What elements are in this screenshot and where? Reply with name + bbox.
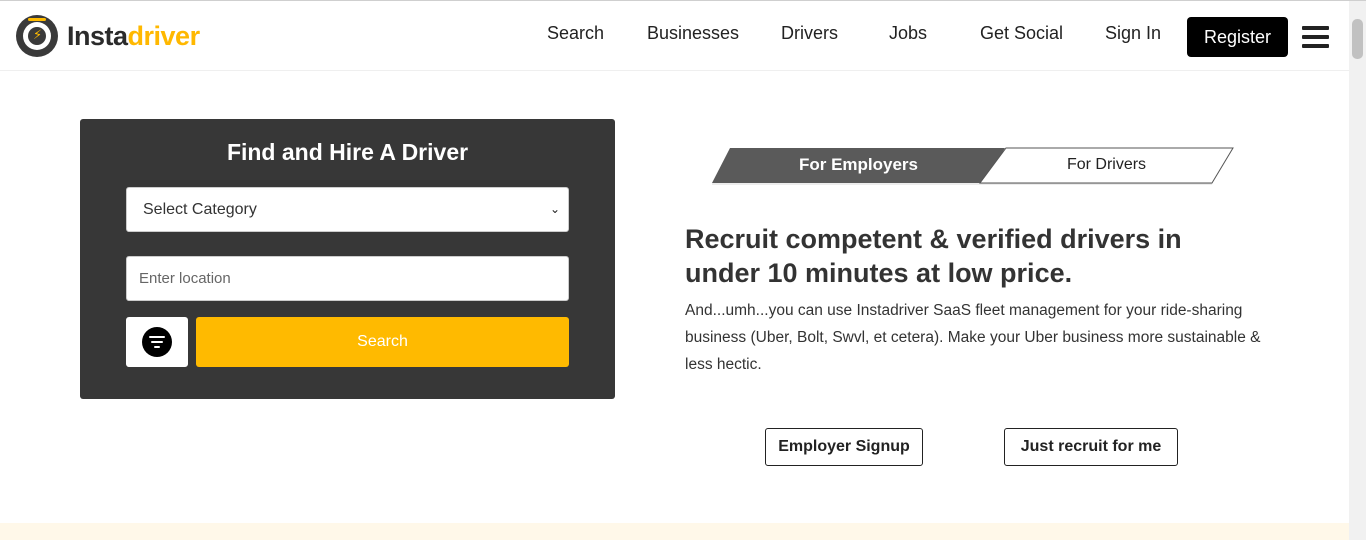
scrollbar-thumb[interactable] bbox=[1352, 19, 1363, 59]
search-card: Find and Hire A Driver Select Category ⌄… bbox=[80, 119, 615, 399]
nav-sign-in[interactable]: Sign In bbox=[1105, 23, 1161, 44]
category-select-value: Select Category bbox=[143, 200, 257, 218]
just-recruit-button[interactable]: Just recruit for me bbox=[1004, 428, 1178, 466]
filter-icon bbox=[142, 327, 172, 357]
filter-button[interactable] bbox=[126, 317, 188, 367]
tab-for-employers[interactable]: For Employers bbox=[712, 147, 1005, 183]
chevron-down-icon: ⌄ bbox=[549, 202, 560, 216]
next-section-band bbox=[0, 523, 1349, 540]
category-select[interactable]: Select Category ⌄ bbox=[126, 187, 569, 232]
brand-logo[interactable]: ⚡ Instadriver bbox=[16, 15, 200, 57]
nav-drivers[interactable]: Drivers bbox=[781, 23, 838, 44]
vertical-scrollbar[interactable] bbox=[1349, 1, 1366, 540]
tab-for-drivers[interactable]: For Drivers bbox=[979, 147, 1234, 183]
nav-businesses[interactable]: Businesses bbox=[647, 23, 739, 44]
search-button[interactable]: Search bbox=[196, 317, 569, 367]
hero-headline: Recruit competent & verified drivers in … bbox=[685, 224, 1182, 288]
register-button[interactable]: Register bbox=[1187, 17, 1288, 57]
nav-jobs[interactable]: Jobs bbox=[889, 23, 927, 44]
hamburger-menu-icon[interactable] bbox=[1302, 26, 1329, 48]
nav-get-social[interactable]: Get Social bbox=[980, 23, 1063, 44]
search-card-title: Find and Hire A Driver bbox=[226, 139, 469, 165]
location-placeholder: Enter location bbox=[139, 270, 231, 287]
hero-paragraph: And...umh...you can use Instadriver SaaS… bbox=[685, 302, 1261, 373]
employer-signup-button[interactable]: Employer Signup bbox=[765, 428, 923, 466]
nav-search[interactable]: Search bbox=[547, 23, 604, 44]
steering-wheel-icon: ⚡ bbox=[16, 15, 58, 57]
location-input[interactable]: Enter location bbox=[126, 256, 569, 301]
brand-name: Instadriver bbox=[67, 20, 200, 51]
audience-tabs: For Employers For Drivers bbox=[712, 147, 1234, 185]
site-header: ⚡ Instadriver Search Businesses Drivers … bbox=[0, 1, 1349, 71]
